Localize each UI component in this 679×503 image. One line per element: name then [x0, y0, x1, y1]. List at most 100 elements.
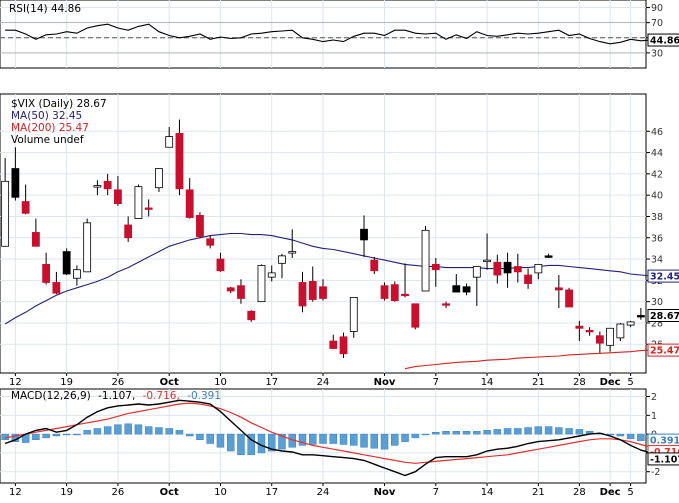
candle-body — [298, 282, 307, 307]
rsi-legend: RSI(14) 44.86 — [9, 3, 81, 15]
candle-body — [155, 168, 163, 189]
macd-histogram-bar — [565, 428, 573, 435]
candle-body — [524, 274, 532, 284]
x-axis-macd-tick-label: Oct — [160, 487, 179, 498]
macd-legend-signal: -0.716, — [143, 390, 180, 402]
macd-histogram-bar — [329, 433, 338, 444]
candle-body — [585, 330, 594, 333]
candle-body — [11, 168, 20, 198]
macd-histogram-bar — [52, 433, 61, 437]
x-axis-macd-tick-label: Nov — [374, 487, 396, 498]
candle-body — [52, 282, 61, 294]
macd-histogram-bar — [350, 433, 358, 446]
candle-body — [319, 286, 327, 299]
macd-histogram-bar — [185, 433, 194, 437]
candle-body — [636, 315, 645, 318]
x-axis-macd-tick-label: 21 — [532, 487, 545, 498]
macd-histogram-bar — [442, 431, 450, 435]
macd-histogram-bar — [144, 426, 153, 435]
candle-body — [1, 180, 10, 247]
x-axis-macd-tick-label: 26 — [112, 487, 125, 498]
candle-body — [401, 293, 409, 297]
x-axis-macd: 12 19 26 Oct 10 17 24 Nov 7 14 21 28 Dec 5 — [9, 483, 634, 498]
vix-chart: 9070503044.86 464442403836343230282632.4… — [0, 0, 679, 498]
macd-histogram-bar — [370, 433, 379, 449]
x-axis-price: 12 19 26 Oct 10 17 24 Nov 7 14 21 28 Dec 5 — [9, 373, 634, 388]
candle-body — [247, 310, 256, 321]
price-last-value-tag-label: 28.67 — [650, 311, 679, 322]
candle-body — [288, 251, 297, 254]
macd-histogram-bar — [155, 427, 163, 435]
macd-histogram-bar — [626, 433, 635, 440]
candle-body — [114, 189, 122, 205]
x-axis-price-tick-label: Dec — [600, 377, 621, 388]
price-legend-volume: Volume undef — [11, 134, 84, 146]
candle-body — [534, 263, 543, 274]
candle-body — [21, 201, 30, 214]
x-axis-price-tick-label: 24 — [317, 377, 330, 388]
macd-histogram-bar — [93, 428, 102, 435]
macd-histogram-bar — [237, 433, 245, 456]
x-axis-macd-tick-label: 10 — [214, 487, 227, 498]
candle-body — [349, 296, 358, 332]
macd-histogram-bar — [534, 426, 543, 435]
macd-histogram-bar — [503, 428, 512, 435]
candle-body — [442, 303, 450, 306]
macd-histogram-bar — [103, 426, 112, 435]
candle-body — [206, 238, 215, 246]
macd-histogram-bar — [637, 433, 645, 441]
candle-body — [360, 228, 368, 241]
price-panel: 464442403836343230282632.4528.6725.47 — [0, 93, 679, 374]
candle-body — [616, 323, 625, 339]
ma200-last-value-tag-label: 25.47 — [650, 346, 679, 357]
macd-histogram-bar — [206, 433, 214, 444]
candle-body — [575, 325, 584, 329]
candle-body — [503, 261, 512, 274]
macd-histogram-bar — [452, 431, 461, 435]
macd-legend-macd: -1.107, — [98, 390, 135, 402]
x-axis-macd-tick-label: 12 — [9, 487, 22, 498]
price-tick-label: 46 — [651, 127, 663, 138]
macd-histogram-bar — [42, 433, 50, 439]
x-axis-price-tick-label: 12 — [9, 377, 22, 388]
candle-body — [390, 284, 399, 301]
price-tick-label: 44 — [651, 148, 663, 159]
x-axis-price-tick-label: 28 — [573, 377, 586, 388]
candle-body — [175, 133, 184, 190]
candle-body — [329, 340, 338, 349]
macd-histogram-bar — [462, 431, 471, 435]
macd-tick-label: -2 — [651, 467, 660, 478]
macd-histogram-bar — [196, 433, 204, 441]
x-axis-macd-tick-label: 17 — [265, 487, 278, 498]
candle-body — [42, 263, 51, 283]
macd-histogram-bar — [555, 427, 563, 435]
macd-histogram-bar — [62, 433, 71, 436]
macd-hist-last-value-tag-label: 0.391 — [650, 436, 679, 447]
macd-histogram-bar — [83, 430, 91, 435]
candle-body — [431, 263, 440, 271]
candle-body — [554, 287, 563, 291]
macd-histogram-bar — [73, 433, 81, 436]
candle-body — [93, 185, 102, 188]
candle-body — [626, 321, 635, 326]
macd-histogram-bar — [575, 429, 584, 435]
candle-body — [513, 266, 522, 273]
x-axis-price-tick-label: 14 — [481, 377, 494, 388]
candle-body — [62, 251, 71, 275]
price-tick-label: 40 — [651, 191, 663, 202]
x-axis-macd-tick-label: 14 — [481, 487, 494, 498]
x-axis-price-tick-label: 10 — [214, 377, 227, 388]
candle-body — [267, 272, 276, 278]
macd-histogram-bar — [514, 428, 522, 435]
candle-body — [493, 261, 502, 276]
price-legend-ma50: MA(50) 32.45 — [11, 110, 82, 122]
macd-histogram-bar — [175, 430, 184, 435]
candle-body — [370, 259, 379, 272]
candle-body — [237, 285, 245, 299]
x-axis-price-tick-label: 17 — [265, 377, 278, 388]
candle-body — [124, 224, 133, 239]
candle-body — [472, 266, 481, 278]
candle-body — [165, 136, 174, 148]
candle-body — [452, 285, 461, 293]
macd-histogram-bar — [308, 433, 317, 445]
